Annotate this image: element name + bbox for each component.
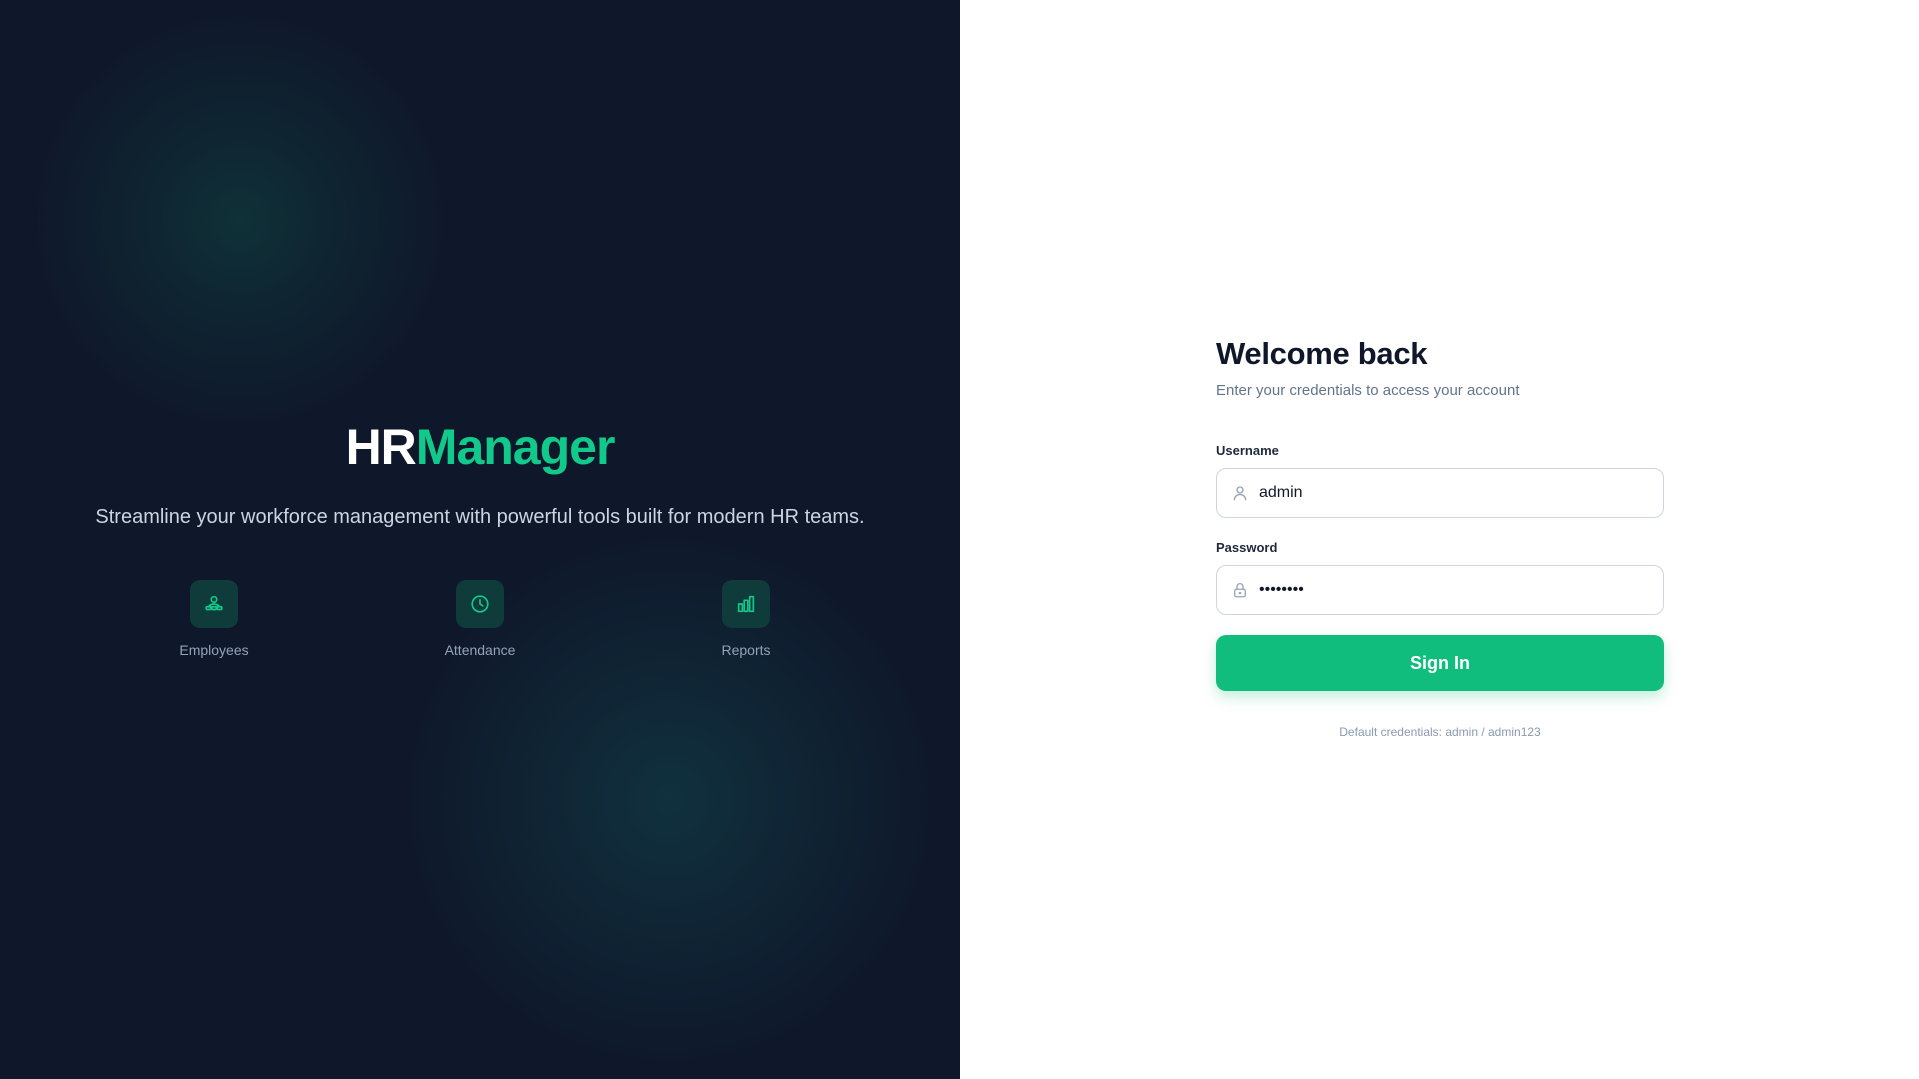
login-panel: Welcome back Enter your credentials to a…	[960, 0, 1919, 1079]
user-icon	[1231, 484, 1249, 502]
clock-icon	[456, 580, 504, 628]
login-form: Welcome back Enter your credentials to a…	[1216, 336, 1664, 739]
feature-reports: Reports	[676, 580, 816, 658]
password-input[interactable]	[1259, 566, 1663, 614]
feature-label: Employees	[179, 642, 249, 658]
default-credentials-hint: Default credentials: admin / admin123	[1339, 725, 1541, 739]
feature-employees: Employees	[144, 580, 284, 658]
username-input[interactable]	[1259, 469, 1663, 517]
users-icon	[190, 580, 238, 628]
decorative-glow-top	[20, 0, 460, 440]
bar-chart-icon	[722, 580, 770, 628]
brand-panel: HRManager Streamline your workforce mana…	[0, 0, 960, 1079]
password-field[interactable]	[1216, 565, 1664, 615]
page-subtitle: Enter your credentials to access your ac…	[1216, 382, 1520, 399]
password-label: Password	[1216, 540, 1278, 555]
brand-suffix: Manager	[415, 419, 616, 475]
feature-label: Reports	[721, 642, 771, 658]
brand-tagline: Streamline your workforce management wit…	[95, 506, 865, 528]
feature-label: Attendance	[444, 642, 516, 658]
brand-logo: HRManager	[0, 418, 960, 476]
page-title: Welcome back	[1216, 336, 1428, 371]
username-field[interactable]	[1216, 468, 1664, 518]
username-label: Username	[1216, 443, 1279, 458]
brand-prefix: HR	[345, 419, 417, 475]
sign-in-button[interactable]: Sign In	[1216, 635, 1664, 691]
lock-icon	[1231, 581, 1249, 599]
feature-attendance: Attendance	[410, 580, 550, 658]
